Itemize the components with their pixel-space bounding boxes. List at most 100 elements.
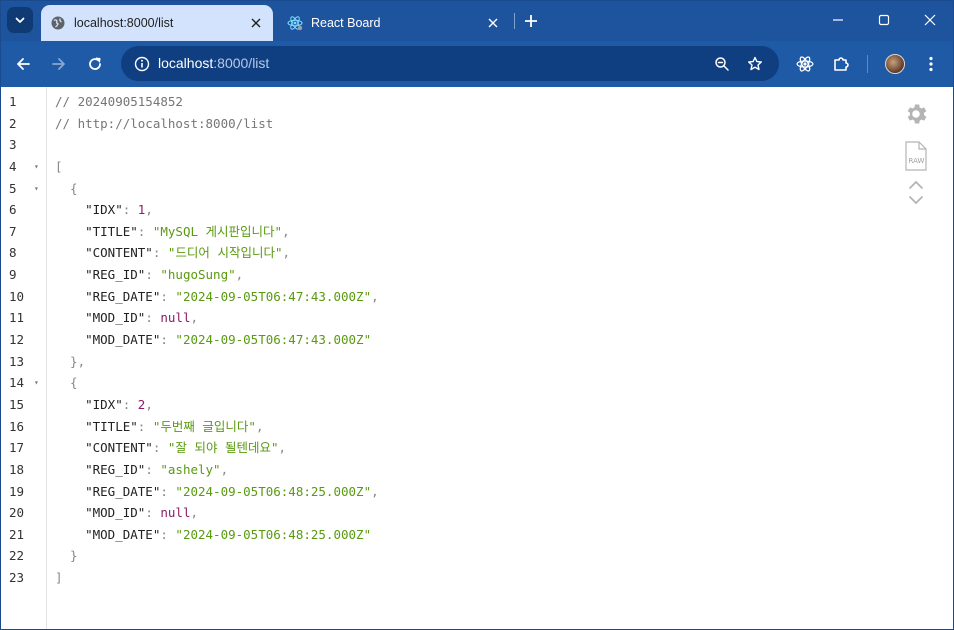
tab-localhost-list[interactable]: localhost:8000/list [41, 5, 273, 41]
url-host: localhost [158, 55, 214, 71]
json-key-token: "MOD_DATE" [55, 526, 161, 542]
code-text: [ [55, 156, 63, 178]
extensions-button[interactable] [825, 48, 857, 80]
code-text: // 20240905154852 [55, 91, 183, 113]
collapse-expand-button[interactable] [901, 175, 931, 209]
close-icon [251, 18, 261, 28]
json-punc-token: , [278, 440, 287, 456]
fold-toggle-icon[interactable]: ▾ [34, 156, 39, 178]
line-number: 1 [9, 94, 17, 109]
json-str-token: "잘 되야 될텐데요" [167, 440, 279, 456]
react-icon [287, 15, 303, 31]
zoom-out-icon [715, 57, 729, 71]
react-icon [796, 56, 814, 72]
json-str-token: "드디어 시작입니다" [167, 245, 283, 261]
json-punc-token: : [145, 267, 161, 283]
code-text: // http://localhost:8000/list [55, 113, 273, 135]
raw-label: RAW [909, 157, 925, 165]
close-tab-button[interactable] [246, 13, 266, 33]
tab-separator [514, 13, 515, 29]
json-viewer: 1 // 20240905154852 2 // http://localhost:8… [1, 87, 953, 629]
site-info-button[interactable] [127, 49, 157, 79]
raw-file-icon: RAW [905, 141, 927, 171]
json-key-token: "MOD_ID" [55, 310, 146, 326]
json-punc-token: , [220, 461, 229, 477]
maximize-button[interactable] [861, 0, 907, 40]
json-key-token: "IDX" [55, 396, 123, 412]
arrow-left-icon [17, 58, 30, 70]
reload-button[interactable] [79, 48, 111, 80]
react-devtools-extension[interactable] [789, 48, 821, 80]
line-number: 19 [9, 483, 25, 499]
code-text: "IDX": 2, [55, 394, 153, 416]
globe-icon [50, 15, 66, 31]
code-text: } [55, 545, 78, 567]
tab-react-board[interactable]: React Board [278, 5, 510, 41]
json-punc-token: , [145, 202, 153, 218]
json-str-token: "두번째 글입니다" [152, 418, 256, 434]
close-tab-button[interactable] [483, 13, 503, 33]
code-line: 19 "REG_DATE": "2024-09-05T06:48:25.000Z… [1, 481, 953, 503]
code-line: 2 // http://localhost:8000/list [1, 113, 953, 135]
zoom-button[interactable] [707, 49, 737, 79]
close-window-button[interactable] [907, 0, 953, 40]
line-number: 10 [9, 288, 25, 304]
code-text: "IDX": 1, [55, 199, 153, 221]
star-icon [748, 56, 762, 71]
code-line: 14 ▾ { [1, 372, 953, 394]
json-punc-token: , [282, 245, 291, 261]
line-number: 13 [9, 353, 25, 369]
settings-button[interactable] [901, 99, 931, 129]
code-text: "TITLE": "두번째 글입니다", [55, 416, 263, 438]
json-punc-token: , [282, 223, 290, 239]
new-tab-button[interactable] [519, 9, 543, 33]
json-punc-token: , [235, 267, 244, 283]
bookmark-button[interactable] [740, 49, 770, 79]
fold-toggle-icon[interactable]: ▾ [34, 178, 39, 200]
url-path: :8000/list [213, 55, 270, 71]
line-number: 11 [9, 310, 25, 326]
fold-toggle-icon[interactable]: ▾ [34, 372, 39, 394]
line-number: 6 [9, 202, 17, 218]
chevron-down-icon [15, 17, 25, 23]
chevron-up-icon [909, 180, 923, 189]
line-number: 15 [9, 396, 25, 412]
json-str-token: "2024-09-05T06:48:25.000Z" [175, 526, 372, 542]
code-line: 8 "CONTENT": "드디어 시작입니다", [1, 242, 953, 264]
code-line: 17 "CONTENT": "잘 되야 될텐데요", [1, 437, 953, 459]
tab-title: React Board [311, 16, 381, 30]
code-line: 15 "IDX": 2, [1, 394, 953, 416]
forward-button[interactable] [43, 48, 75, 80]
raw-view-button[interactable]: RAW [901, 141, 931, 171]
code-text: "MOD_ID": null, [55, 307, 198, 329]
json-punc-token: : [145, 310, 161, 326]
url-text[interactable]: localhost:8000/list [158, 55, 269, 71]
gear-icon [907, 104, 927, 124]
line-number: 16 [9, 418, 25, 434]
arrow-right-icon [52, 58, 65, 70]
json-str-token: "2024-09-05T06:48:25.000Z" [175, 483, 372, 499]
address-bar[interactable]: localhost:8000/list [121, 46, 779, 81]
toolbar-divider [867, 55, 868, 73]
line-number: 9 [9, 267, 17, 283]
menu-button[interactable] [915, 48, 947, 80]
json-punc-token: }, [55, 353, 86, 369]
json-key-token: "CONTENT" [55, 245, 153, 261]
code-line: 21 "MOD_DATE": "2024-09-05T06:48:25.000Z… [1, 524, 953, 546]
plus-icon [525, 15, 537, 27]
back-button[interactable] [7, 48, 39, 80]
json-str-token: "2024-09-05T06:47:43.000Z" [175, 288, 372, 304]
json-punc-token: : [145, 505, 161, 521]
json-punc-token: , [255, 418, 264, 434]
json-punc-token: { [55, 180, 78, 196]
minimize-button[interactable] [815, 0, 861, 40]
json-key-token: "MOD_DATE" [55, 332, 161, 348]
info-icon [134, 56, 150, 72]
tab-search-button[interactable] [7, 7, 33, 33]
puzzle-icon [834, 57, 849, 71]
profile-avatar[interactable] [885, 54, 905, 74]
code-line: 23] [1, 567, 953, 589]
minimize-icon [833, 19, 843, 21]
json-punc-token: : [160, 332, 176, 348]
code-line: 22 } [1, 545, 953, 567]
